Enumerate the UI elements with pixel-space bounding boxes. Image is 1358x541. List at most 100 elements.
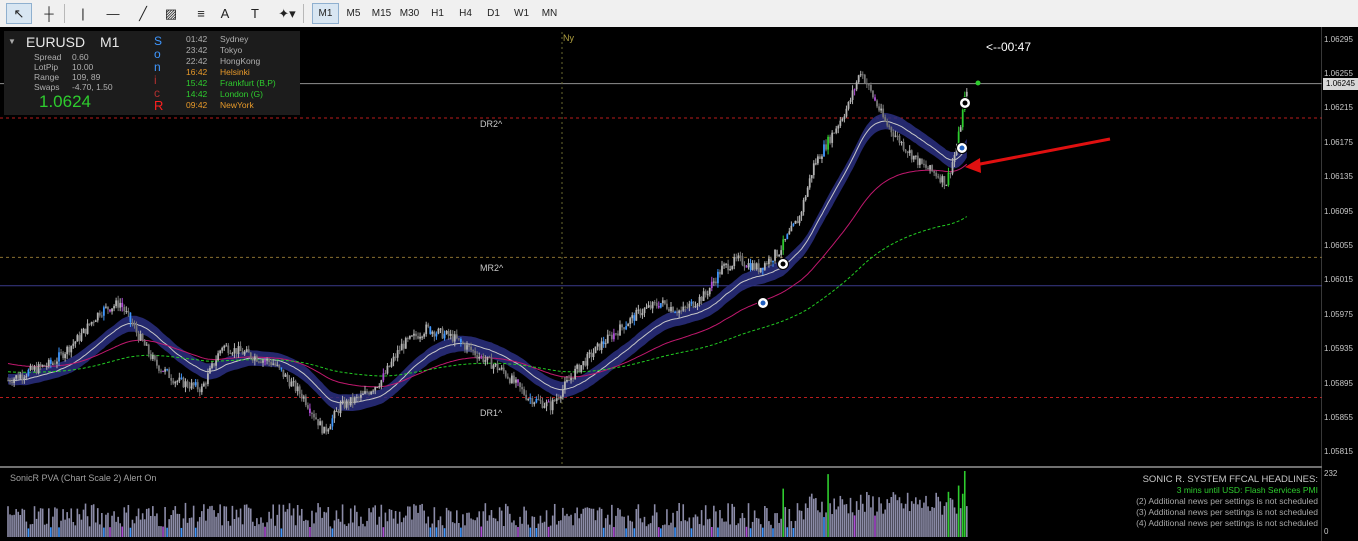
candle-body	[674, 312, 676, 314]
candle-body	[141, 333, 144, 341]
session-name: London (G)	[220, 89, 263, 99]
candle-body	[770, 258, 772, 263]
ffcal-headlines: SONIC R. SYSTEM FFCAL HEADLINES: 3 mins …	[1136, 474, 1318, 529]
candle-body	[831, 132, 834, 143]
timeframe-m1[interactable]: M1	[312, 3, 339, 24]
candle-body	[284, 374, 287, 377]
text-label-tool[interactable]: T	[242, 3, 268, 24]
candle-body	[327, 429, 330, 432]
vertical-line-tool[interactable]: |	[70, 3, 96, 24]
price-axis-label: 1.06015	[1324, 275, 1353, 285]
candle-body	[360, 394, 362, 398]
fibonacci-icon: ≡	[197, 6, 205, 21]
candle-body	[143, 340, 146, 346]
channel-tool[interactable]: ▨	[158, 3, 184, 24]
timeframe-w1[interactable]: W1	[508, 3, 535, 24]
price-axis-label: 1.05855	[1324, 413, 1353, 422]
candle-body	[682, 306, 685, 311]
shapes-tool[interactable]: ✦▾	[272, 3, 302, 24]
candle-body	[821, 156, 823, 159]
candle-body	[763, 263, 766, 270]
timeframe-d1[interactable]: D1	[480, 3, 507, 24]
candle-body	[888, 125, 891, 128]
text-tool[interactable]: A	[214, 3, 236, 24]
candle-body	[663, 300, 666, 304]
headline-alert: 3 mins until USD: Flash Services PMI	[1176, 485, 1318, 495]
candle-body	[98, 312, 101, 316]
trendline-tool[interactable]: ╱	[130, 3, 156, 24]
price-axis[interactable]: 1.06295 1.06255 1.06215 1.06175 1.06135 1.060…	[1322, 27, 1358, 541]
candle-body	[139, 333, 142, 341]
candle-body	[49, 359, 52, 364]
horizontal-line-tool[interactable]: —	[100, 3, 126, 24]
candle-body	[462, 342, 464, 344]
candle-body	[529, 398, 532, 400]
candle-body	[745, 266, 748, 268]
candle-body	[105, 306, 107, 308]
timeframe-h4[interactable]: H4	[452, 3, 479, 24]
candle-body	[457, 338, 460, 340]
candle-body	[376, 387, 379, 389]
candle-body	[453, 334, 456, 342]
candle-body	[270, 362, 273, 365]
candle-body	[419, 336, 421, 339]
crosshair-tool[interactable]: ┼	[36, 3, 62, 24]
candle-body	[570, 377, 572, 381]
chart-area[interactable]: Ny <--00:47 DR2^ MR2^ DR1^ SonicR PVA (Chart …	[0, 27, 1358, 541]
candle-body	[698, 296, 701, 305]
headline-item: (3) Additional news per settings is not …	[1136, 507, 1318, 517]
candle-body	[25, 375, 28, 378]
session-name: NewYork	[220, 100, 254, 110]
timeframe-m30[interactable]: M30	[396, 3, 423, 24]
candle-body	[151, 355, 154, 359]
fibonacci-tool[interactable]: ≡	[188, 3, 214, 24]
timeframe-mn[interactable]: MN	[536, 3, 563, 24]
timeframe-h1[interactable]: H1	[424, 3, 451, 24]
candle-body	[596, 343, 599, 347]
sonic-logo-letter: R	[154, 98, 164, 113]
candle-body	[90, 321, 93, 325]
candle-body	[451, 333, 454, 342]
candle-body	[209, 367, 211, 374]
candle-body	[935, 172, 938, 177]
timeframe-m5[interactable]: M5	[340, 3, 367, 24]
headlines-title: SONIC R. SYSTEM FFCAL HEADLINES:	[1142, 474, 1318, 485]
candle-body	[696, 304, 699, 307]
ny-session-label: Ny	[563, 33, 574, 43]
candle-body	[555, 398, 558, 401]
candle-body	[347, 400, 350, 406]
candle-body	[245, 349, 248, 352]
candle-body	[109, 309, 111, 312]
candle-body	[768, 258, 770, 265]
indicator-title: SonicR PVA (Chart Scale 2) Alert On	[10, 473, 156, 483]
candle-body	[229, 353, 232, 355]
candle-body	[598, 343, 601, 350]
candle-body	[294, 381, 297, 392]
candle-body	[27, 369, 30, 376]
candle-body	[180, 377, 183, 379]
session-time: 15:42	[186, 78, 208, 88]
candle-body	[107, 306, 109, 310]
collapse-triangle-icon[interactable]: ▼	[8, 37, 16, 46]
candle-body	[486, 356, 489, 361]
candle-body	[374, 387, 377, 391]
candle-body	[298, 386, 301, 394]
candle-body	[594, 346, 597, 354]
candle-body	[519, 382, 521, 388]
candle-body	[378, 386, 381, 388]
candle-body	[945, 185, 948, 187]
candle-body	[672, 306, 674, 313]
candle-body	[390, 361, 393, 367]
sonic-logo-letter: i	[154, 73, 157, 87]
candle-body	[182, 377, 185, 388]
cursor-tool[interactable]: ↖	[6, 3, 32, 24]
candle-body	[192, 382, 195, 386]
candle-body	[621, 324, 623, 328]
candle-body	[351, 397, 354, 403]
candle-body	[819, 156, 821, 159]
signal-arrow	[974, 137, 1111, 167]
candle-body	[17, 375, 20, 379]
candle-body	[845, 108, 848, 117]
timeframe-m15[interactable]: M15	[368, 3, 395, 24]
candle-body	[313, 413, 315, 418]
